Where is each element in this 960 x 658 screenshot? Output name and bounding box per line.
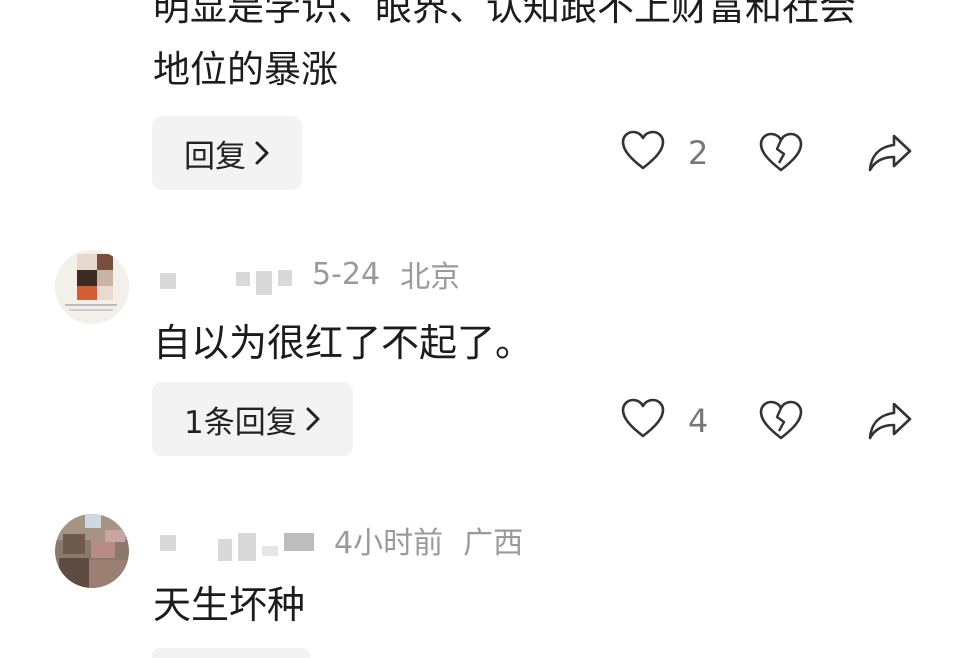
comment-text: 自以为很红了不起了。: [153, 321, 534, 365]
reply-button[interactable]: 回复: [152, 116, 302, 190]
reply-label: 回复: [184, 138, 246, 175]
dislike-button[interactable]: [758, 130, 804, 180]
comment-text: 天生坏种: [153, 583, 306, 627]
heart-icon: [620, 396, 666, 446]
like-count: 2: [688, 134, 709, 172]
heart-icon: [620, 128, 666, 178]
like-button[interactable]: 4: [620, 396, 708, 446]
avatar[interactable]: [55, 514, 129, 588]
comment-location: 北京: [400, 260, 461, 295]
broken-heart-icon: [758, 132, 804, 180]
chevron-right-icon: [305, 406, 321, 432]
comment-meta: 5-24 北京: [160, 252, 460, 296]
avatar[interactable]: [55, 250, 129, 324]
reply-button[interactable]: [152, 648, 310, 658]
comment-text-line-1: 明显是学识、眼界、认知跟不上财富和社会: [153, 0, 856, 29]
view-replies-button[interactable]: 1条回复: [152, 382, 353, 456]
chevron-right-icon: [254, 140, 270, 166]
comment-text-line-2: 地位的暴涨: [153, 48, 338, 91]
share-button[interactable]: [866, 398, 914, 448]
comment-time: 4小时前: [334, 526, 444, 561]
username-blurred[interactable]: [160, 519, 314, 561]
comment-location: 广西: [463, 526, 524, 561]
like-button[interactable]: 2: [620, 128, 708, 178]
share-button[interactable]: [866, 130, 914, 180]
share-icon: [866, 402, 914, 448]
comment-meta: 4小时前 广西: [160, 518, 523, 562]
share-icon: [866, 134, 914, 180]
username-blurred[interactable]: [160, 253, 292, 295]
like-count: 4: [688, 402, 709, 440]
reply-count-label: 1条回复: [184, 404, 297, 441]
dislike-button[interactable]: [758, 398, 804, 448]
broken-heart-icon: [758, 400, 804, 448]
comment-date: 5-24: [312, 256, 381, 292]
